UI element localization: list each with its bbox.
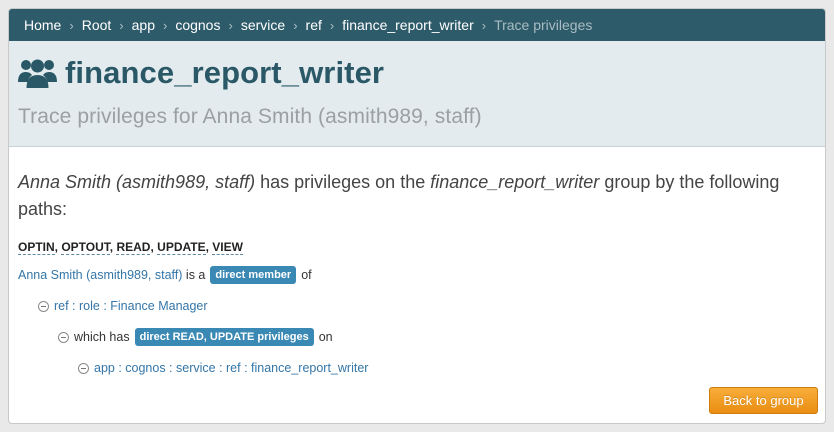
member-link[interactable]: Anna Smith (asmith989, staff) <box>18 268 182 282</box>
privilege-read[interactable]: READ <box>116 240 151 255</box>
on-text: on <box>318 330 333 344</box>
path-role-line: ref : role : Finance Manager <box>18 296 825 316</box>
trace-content: Anna Smith (asmith989, staff) has privil… <box>9 147 825 423</box>
role-link[interactable]: ref : role : Finance Manager <box>54 299 208 313</box>
collapse-icon[interactable] <box>38 300 49 312</box>
breadcrumb-home[interactable]: Home <box>24 17 61 33</box>
privilege-optout[interactable]: OPTOUT <box>61 240 110 255</box>
path-member-line: Anna Smith (asmith989, staff) is a direct… <box>18 265 825 285</box>
privilege-optin[interactable]: OPTIN <box>18 240 55 255</box>
page-subtitle: Trace privileges for Anna Smith (asmith9… <box>18 105 482 128</box>
path-target-line: app : cognos : service : ref : finance_r… <box>18 358 825 378</box>
breadcrumb-app[interactable]: app <box>132 17 155 33</box>
main-panel: Home › Root › app › cognos › service › r… <box>8 8 826 424</box>
breadcrumb-current: Trace privileges <box>494 17 593 33</box>
breadcrumb-separator: › <box>162 17 168 33</box>
breadcrumb-separator: › <box>228 17 233 33</box>
title-row: finance_report_writer <box>18 55 825 91</box>
breadcrumb-separator: › <box>329 17 335 33</box>
member-of-text: of <box>301 268 312 282</box>
privilege-update[interactable]: UPDATE <box>157 240 206 255</box>
back-to-group-button[interactable]: Back to group <box>709 387 818 414</box>
page-title: finance_report_writer <box>65 55 385 90</box>
breadcrumb-ref[interactable]: ref <box>306 17 322 33</box>
direct-member-badge: direct member <box>210 266 297 284</box>
member-is-text: is a <box>185 268 206 282</box>
collapse-icon[interactable] <box>78 362 89 374</box>
collapse-icon[interactable] <box>58 331 69 343</box>
breadcrumb-separator: › <box>293 17 298 33</box>
breadcrumb-group[interactable]: finance_report_writer <box>342 17 474 33</box>
trace-intro: Anna Smith (asmith989, staff) has privil… <box>18 169 808 223</box>
privilege-list: OPTIN, OPTOUT, READ, UPDATE, VIEW <box>18 240 243 255</box>
breadcrumb-separator: › <box>119 17 124 33</box>
intro-text-1: has privileges on the <box>255 172 431 192</box>
breadcrumb-cognos[interactable]: cognos <box>175 17 220 33</box>
breadcrumb-root[interactable]: Root <box>82 17 112 33</box>
breadcrumb-service[interactable]: service <box>241 17 285 33</box>
intro-subject: Anna Smith (asmith989, staff) <box>18 172 256 192</box>
breadcrumb: Home › Root › app › cognos › service › r… <box>9 9 825 41</box>
breadcrumb-separator: › <box>481 17 487 33</box>
direct-privileges-badge: direct READ, UPDATE privileges <box>134 328 314 346</box>
which-has-text: which has <box>74 330 130 344</box>
intro-group: finance_report_writer <box>430 172 600 192</box>
breadcrumb-separator: › <box>69 17 74 33</box>
users-icon <box>18 58 57 88</box>
privilege-view[interactable]: VIEW <box>212 240 243 255</box>
page-header: finance_report_writer Trace privileges f… <box>9 41 825 147</box>
target-group-link[interactable]: app : cognos : service : ref : finance_r… <box>94 361 368 375</box>
path-privilege-line: which has direct READ, UPDATE privileges o… <box>18 327 825 347</box>
